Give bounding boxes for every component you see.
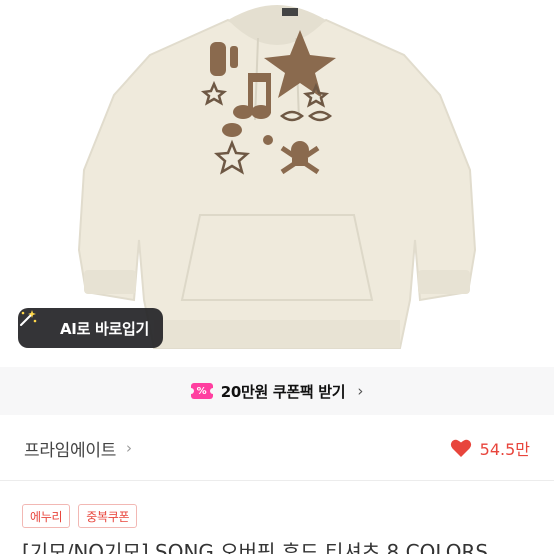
product-image[interactable]: AI로 바로입기 [0, 0, 554, 365]
chevron-right-icon: › [357, 382, 364, 400]
like-button[interactable]: 54.5만 [450, 436, 530, 460]
section-divider [0, 480, 554, 481]
coupon-ticket-icon: % [187, 383, 216, 399]
ai-try-on-label: AI로 바로입기 [60, 319, 150, 338]
chevron-right-icon[interactable]: › [126, 439, 132, 457]
product-title: [기모/NO기모] SONG 오버핏 후드 티셔츠 8 COLORS [22, 542, 552, 554]
ai-try-on-button[interactable]: AI로 바로입기 [18, 308, 164, 348]
promo-badges: 에누리 중복쿠폰 [22, 504, 138, 528]
coupon-pack-label: 20만원 쿠폰팩 받기 [220, 382, 346, 401]
coupon-pack-banner[interactable]: % 20만원 쿠폰팩 받기 › [0, 367, 554, 415]
shop-name-link[interactable]: 프라임에이트 [24, 436, 116, 461]
heart-icon [450, 439, 471, 457]
like-count: 54.5만 [479, 440, 530, 459]
product-title-text: [기모/NO기모] SONG 오버핏 후드 티셔츠 8 COLORS [22, 542, 489, 554]
magic-wand-icon [20, 310, 52, 339]
enuri-badge: 에누리 [22, 504, 71, 528]
duplicate-coupon-badge: 중복쿠폰 [78, 504, 138, 528]
shop-row: 프라임에이트 › 54.5만 [0, 424, 554, 472]
